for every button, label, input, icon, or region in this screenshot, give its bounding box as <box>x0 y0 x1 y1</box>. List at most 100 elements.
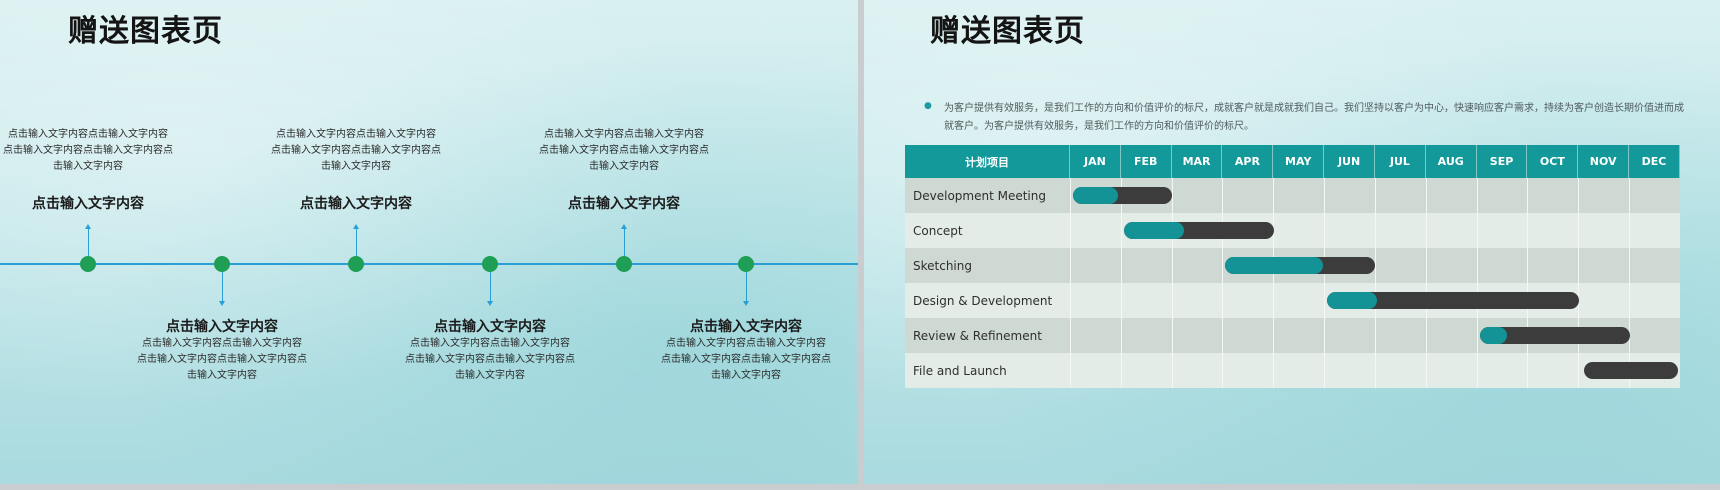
gantt-cell <box>1120 318 1172 353</box>
description-line: 点击输入文字内容点击输入文字内容点 <box>661 354 831 365</box>
gantt-cell <box>1629 248 1680 283</box>
gantt-cell <box>1070 283 1121 318</box>
gantt-header: 计划项目 JAN FEB MAR APR MAY JUN JUL AUG SEP OCT NOV DEC <box>905 145 1680 178</box>
gantt-cell <box>1578 213 1629 248</box>
month-header-feb: FEB <box>1121 145 1172 178</box>
timeline-dot <box>616 256 632 272</box>
timeline-connector <box>489 272 491 301</box>
gantt-cell <box>1171 283 1223 318</box>
month-header-apr: APR <box>1222 145 1274 178</box>
milestone-heading: 点击输入文字内容 <box>568 196 680 212</box>
gantt-cell <box>1425 178 1477 213</box>
month-header-nov: NOV <box>1578 145 1630 178</box>
gantt-cell <box>1273 283 1324 318</box>
task-progress-fill <box>1073 187 1118 204</box>
description-line: 点击输入文字内容点击输入文字内容 <box>544 129 704 140</box>
gantt-cell <box>1374 248 1426 283</box>
gantt-cell <box>1324 178 1375 213</box>
description-line: 击输入文字内容 <box>711 370 781 381</box>
description-line: 点击输入文字内容点击输入文字内容点 <box>137 354 307 365</box>
gantt-cell <box>1070 318 1121 353</box>
timeline-connector <box>745 272 747 301</box>
task-duration-bar <box>1225 257 1376 274</box>
gantt-cell <box>1476 353 1528 388</box>
description-line: 点击输入文字内容点击输入文字内容 <box>276 129 436 140</box>
gantt-cell <box>1476 213 1528 248</box>
timeline-connector <box>87 228 89 256</box>
month-header-jun: JUN <box>1324 145 1375 178</box>
gantt-cell <box>1222 353 1273 388</box>
timeline-dot <box>348 256 364 272</box>
description-line: 击输入文字内容 <box>589 161 659 172</box>
milestone-description: 点击输入文字内容点击输入文字内容 点击输入文字内容点击输入文字内容点 击输入文字内容 <box>524 127 724 175</box>
description-line: 点击输入文字内容点击输入文字内容 <box>8 129 168 140</box>
gantt-cell <box>1425 318 1477 353</box>
gantt-chart: 计划项目 JAN FEB MAR APR MAY JUN JUL AUG SEP OCT NOV DEC… <box>905 145 1680 388</box>
gantt-cell <box>1629 213 1680 248</box>
gantt-cell <box>1578 178 1629 213</box>
milestone-description: 点击输入文字内容点击输入文字内容 点击输入文字内容点击输入文字内容点 击输入文字内容 <box>122 336 322 384</box>
description-line: 点击输入文字内容点击输入文字内容 <box>142 338 302 349</box>
gantt-cell <box>1273 318 1324 353</box>
gantt-cell <box>1070 353 1121 388</box>
gantt-cell <box>1120 283 1172 318</box>
gantt-cell <box>1629 283 1680 318</box>
month-header-jan: JAN <box>1070 145 1121 178</box>
timeline-dot <box>482 256 498 272</box>
month-header-dec: DEC <box>1629 145 1680 178</box>
milestone-heading: 点击输入文字内容 <box>166 319 278 335</box>
arrow-up-icon <box>621 224 627 229</box>
task-progress-fill <box>1123 222 1184 239</box>
gantt-cell <box>1273 353 1324 388</box>
gantt-row: Sketching <box>905 248 1680 283</box>
task-duration-bar <box>1583 362 1678 379</box>
description-line: 击输入文字内容 <box>321 161 391 172</box>
gantt-cell <box>1527 178 1578 213</box>
month-header-sep: SEP <box>1477 145 1528 178</box>
gantt-row: File and Launch <box>905 353 1680 388</box>
gantt-cell <box>1578 283 1629 318</box>
arrow-down-icon <box>219 301 225 306</box>
gantt-cell <box>1374 213 1426 248</box>
gantt-cell <box>1374 318 1426 353</box>
task-progress-fill <box>1327 292 1378 309</box>
month-header-aug: AUG <box>1426 145 1477 178</box>
timeline-dot <box>738 256 754 272</box>
month-header-mar: MAR <box>1172 145 1223 178</box>
gantt-cell <box>1527 213 1578 248</box>
slide-title: 赠送图表页 <box>930 14 1085 49</box>
description-line: 点击输入文字内容点击输入文字内容点 <box>3 145 173 156</box>
gantt-cell <box>1222 318 1273 353</box>
gantt-cell <box>1324 213 1375 248</box>
gantt-cell <box>1629 178 1680 213</box>
gantt-row: Development Meeting <box>905 178 1680 213</box>
milestone-description: 点击输入文字内容点击输入文字内容 点击输入文字内容点击输入文字内容点 击输入文字内容 <box>0 127 188 175</box>
milestone-description: 点击输入文字内容点击输入文字内容 点击输入文字内容点击输入文字内容点 击输入文字内容 <box>646 336 846 384</box>
milestone-description: 点击输入文字内容点击输入文字内容 点击输入文字内容点击输入文字内容点 击输入文字内容 <box>390 336 590 384</box>
task-progress-fill <box>1225 257 1323 274</box>
gantt-cell <box>1324 353 1375 388</box>
gantt-cell <box>1374 353 1426 388</box>
gantt-cell <box>1273 213 1324 248</box>
timeline-slide: 赠送图表页 点击输入文字内容 点击输入文字内容点击输入文字内容 点击输入文字内容点击… <box>0 0 858 484</box>
task-label: Development Meeting <box>913 188 1046 203</box>
milestone-heading: 点击输入文字内容 <box>434 319 546 335</box>
slide-title: 赠送图表页 <box>68 14 223 49</box>
milestone-description: 点击输入文字内容点击输入文字内容 点击输入文字内容点击输入文字内容点 击输入文字内容 <box>256 127 456 175</box>
gantt-cell <box>1374 178 1426 213</box>
gantt-cell <box>1527 248 1578 283</box>
timeline-connector <box>623 228 625 256</box>
task-duration-bar <box>1123 222 1274 239</box>
gantt-cell <box>1425 353 1477 388</box>
gantt-cell <box>1070 248 1121 283</box>
gantt-cell <box>1222 283 1273 318</box>
timeline-dot <box>214 256 230 272</box>
gantt-slide: 赠送图表页 ● 为客户提供有效服务，是我们工作的方向和价值评价的标尺，成就客户就… <box>864 0 1720 484</box>
task-duration-bar <box>1479 327 1630 344</box>
arrow-up-icon <box>85 224 91 229</box>
timeline-axis <box>0 263 858 265</box>
description-line: 点击输入文字内容点击输入文字内容点 <box>271 145 441 156</box>
task-label: Review & Refinement <box>913 328 1042 343</box>
gantt-cell <box>1527 353 1578 388</box>
task-label: Sketching <box>913 258 972 273</box>
